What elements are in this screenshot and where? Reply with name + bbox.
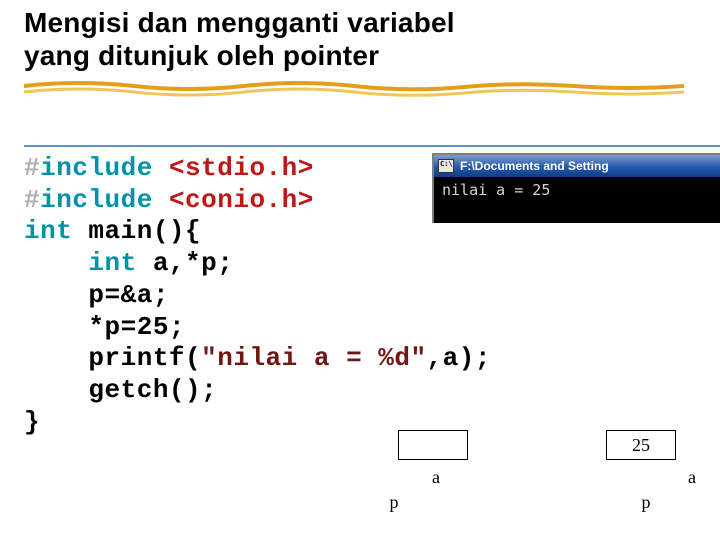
diagram-after: 25 a p (606, 430, 716, 520)
title-line-2: yang ditunjuk oleh pointer (24, 40, 379, 71)
cmd-icon (438, 159, 454, 173)
diagram-before: a p (398, 430, 508, 520)
label-a-2: a (682, 467, 702, 488)
console-output: nilai a = 25 (434, 177, 720, 203)
decorative-underline (24, 78, 684, 100)
console-title: F:\Documents and Setting (460, 159, 609, 173)
label-p-2: p (636, 492, 656, 513)
console-titlebar: F:\Documents and Setting (434, 155, 720, 177)
console-window: F:\Documents and Setting nilai a = 25 (432, 153, 720, 223)
label-p-1: p (384, 492, 404, 513)
slide-title: Mengisi dan mengganti variabel yang ditu… (24, 6, 455, 72)
box-a-empty (398, 430, 468, 460)
box-a-filled: 25 (606, 430, 676, 460)
title-line-1: Mengisi dan mengganti variabel (24, 7, 455, 38)
label-a-1: a (426, 467, 446, 488)
